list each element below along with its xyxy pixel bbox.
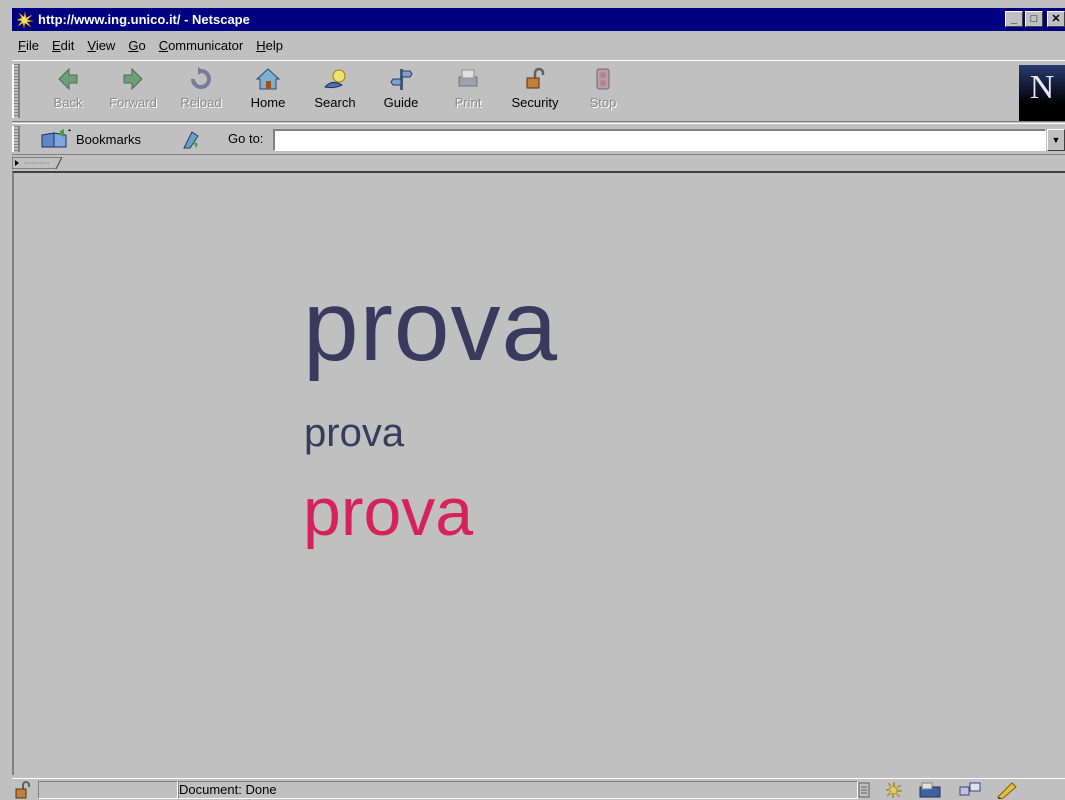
guide-button[interactable]: Guide bbox=[372, 65, 430, 121]
mail-icon[interactable] bbox=[918, 781, 944, 799]
netscape-logo[interactable]: N bbox=[1019, 65, 1065, 121]
stop-button[interactable]: Stop bbox=[574, 65, 632, 121]
page-proxy-icon[interactable] bbox=[180, 130, 202, 150]
menu-communicator[interactable]: Communicator bbox=[159, 38, 244, 53]
title-bar[interactable]: http://www.ing.unico.it/ - Netscape _ □ … bbox=[12, 8, 1065, 31]
bookmarks-icon bbox=[41, 129, 71, 148]
window-controls: _ □ ✕ bbox=[1005, 11, 1065, 27]
discussion-icon[interactable] bbox=[958, 781, 982, 799]
back-arrow-icon bbox=[58, 67, 78, 91]
close-icon[interactable]: ✕ bbox=[1047, 11, 1065, 27]
menu-view[interactable]: View bbox=[87, 38, 115, 53]
text-medium: prova bbox=[304, 411, 405, 455]
menu-file[interactable]: File bbox=[18, 38, 39, 53]
location-toolbar: Bookmarks Go to: ▼ bbox=[12, 123, 1065, 155]
forward-arrow-icon bbox=[123, 67, 143, 91]
url-dropdown-icon[interactable]: ▼ bbox=[1047, 129, 1065, 151]
reload-button[interactable]: Reload bbox=[172, 65, 230, 121]
print-button[interactable]: Print bbox=[439, 65, 497, 121]
status-bar: Document: Done bbox=[12, 778, 1065, 800]
url-input[interactable] bbox=[273, 129, 1046, 151]
security-lock-icon[interactable] bbox=[12, 781, 34, 799]
menu-edit[interactable]: Edit bbox=[52, 38, 74, 53]
maximize-icon[interactable]: □ bbox=[1025, 11, 1043, 27]
status-text-panel: Document: Done bbox=[178, 781, 858, 799]
collapsed-toolbar-tab[interactable] bbox=[12, 157, 62, 169]
location-grip[interactable] bbox=[12, 126, 20, 152]
search-button[interactable]: Search bbox=[306, 65, 364, 121]
home-icon bbox=[255, 68, 281, 90]
heading-large: prova bbox=[303, 270, 559, 382]
bookmarks-label: Bookmarks bbox=[76, 131, 142, 147]
navigation-toolbar: Back Forward Reload Home Search Guide Pr… bbox=[12, 60, 1065, 122]
guide-icon bbox=[390, 69, 413, 90]
browser-window: http://www.ing.unico.it/ - Netscape _ □ … bbox=[0, 0, 1065, 800]
netscape-app-icon bbox=[16, 10, 34, 29]
back-button[interactable]: Back bbox=[39, 65, 97, 121]
padlock-open-icon bbox=[526, 67, 545, 89]
page-content: prova prova prova bbox=[12, 171, 1065, 775]
stop-icon bbox=[596, 68, 610, 90]
window-title: http://www.ing.unico.it/ - Netscape bbox=[38, 12, 250, 27]
security-button[interactable]: Security bbox=[506, 65, 564, 121]
text-accent: prova bbox=[303, 474, 474, 550]
component-bar bbox=[858, 781, 1018, 799]
component-grip-icon[interactable] bbox=[858, 782, 870, 798]
composer-icon[interactable] bbox=[996, 781, 1018, 799]
home-button[interactable]: Home bbox=[239, 65, 297, 121]
goto-label: Go to: bbox=[228, 131, 264, 146]
printer-icon bbox=[458, 69, 478, 87]
forward-button[interactable]: Forward bbox=[104, 65, 162, 121]
minimize-icon[interactable]: _ bbox=[1005, 11, 1023, 27]
menu-bar: File Edit View Go Communicator Help bbox=[12, 33, 1065, 57]
search-icon bbox=[324, 69, 346, 89]
progress-bar bbox=[38, 781, 178, 799]
status-text: Document: Done bbox=[179, 782, 277, 797]
bookmarks-button[interactable]: Bookmarks bbox=[40, 128, 141, 150]
toolbar-grip[interactable] bbox=[12, 64, 20, 118]
menu-help[interactable]: Help bbox=[256, 38, 283, 53]
navigator-icon[interactable] bbox=[884, 781, 904, 799]
menu-go[interactable]: Go bbox=[128, 38, 145, 53]
reload-icon bbox=[191, 67, 211, 89]
